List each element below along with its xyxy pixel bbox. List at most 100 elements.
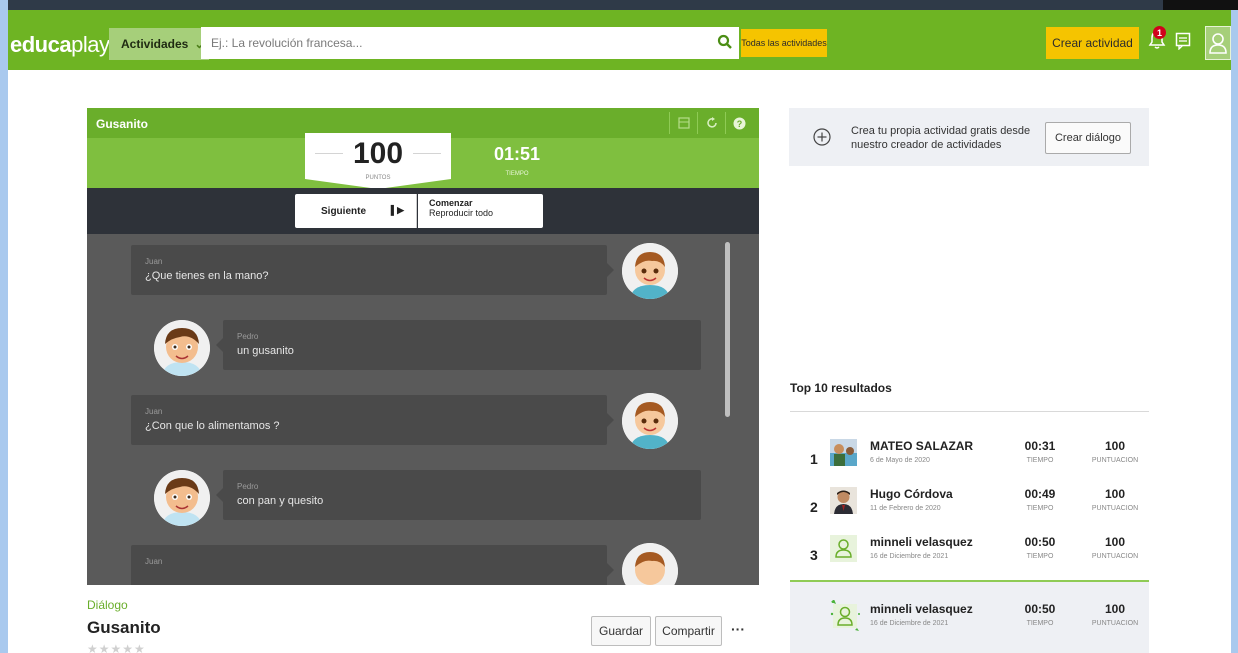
points-label: PUNTOS xyxy=(365,175,391,181)
message-text: con pan y quesito xyxy=(237,495,324,507)
restart-icon[interactable] xyxy=(697,112,725,134)
rank-number: 3 xyxy=(810,547,818,563)
juan-avatar xyxy=(622,543,678,585)
player-name[interactable]: minneli velasquez xyxy=(870,535,973,549)
message-speaker: Juan xyxy=(145,557,163,566)
leaderboard-row: 1 MATEO SALAZAR 6 de Mayo de 2020 00:31 … xyxy=(790,437,1149,479)
rank-number: 2 xyxy=(810,499,818,515)
result-score: 100 xyxy=(1104,602,1126,616)
message-bubble: Pedro un gusanito xyxy=(216,320,701,370)
start-button[interactable]: Comenzar Reproducir todo xyxy=(418,194,543,228)
result-time: 00:31 xyxy=(1024,439,1056,453)
timer-value: 01:51 xyxy=(493,144,541,164)
result-time: 00:49 xyxy=(1024,487,1056,501)
default-user-icon xyxy=(830,599,860,631)
avatar xyxy=(830,439,857,466)
score-label: PUNTUACION xyxy=(1091,553,1139,560)
result-score: 100 xyxy=(1104,439,1126,453)
create-dialog-button[interactable]: Crear diálogo xyxy=(1045,122,1131,154)
notification-badge: 1 xyxy=(1153,26,1166,39)
user-icon xyxy=(1209,33,1227,54)
time-label: TIEMPO xyxy=(1026,505,1054,512)
default-user-icon xyxy=(830,535,857,562)
save-button[interactable]: Guardar xyxy=(591,616,651,646)
leaderboard-row: 3 minneli velasquez 16 de Diciembre de 2… xyxy=(790,533,1149,575)
step-forward-icon: ▌▶ xyxy=(390,205,404,215)
replay-all-label: Reproducir todo xyxy=(429,208,494,218)
user-avatar[interactable] xyxy=(1205,26,1231,60)
start-label: Comenzar xyxy=(429,198,473,208)
next-button[interactable]: Siguiente ▌▶ xyxy=(295,194,417,228)
messages-icon[interactable] xyxy=(1175,32,1191,55)
main-content: Gusanito ? 100 PUNTOS 01:51 TIEMPO Sigui… xyxy=(8,70,1231,653)
window-top-strip-dark xyxy=(8,0,1163,10)
avatar xyxy=(830,487,857,514)
activities-label: Actividades xyxy=(121,37,189,51)
controls-bar: Siguiente ▌▶ Comenzar Reproducir todo xyxy=(87,188,759,234)
search-bar xyxy=(201,27,739,59)
my-result-row: minneli velasquez 16 de Diciembre de 202… xyxy=(790,599,1149,642)
game-title: Gusanito xyxy=(96,117,149,131)
score-label: PUNTUACION xyxy=(1091,457,1139,464)
pedro-avatar xyxy=(154,320,210,376)
share-button[interactable]: Compartir xyxy=(655,616,722,646)
message-bubble: Juan xyxy=(131,545,614,585)
top-navbar: educaplay Actividades ⌄ Todas las activi… xyxy=(8,10,1231,70)
player-name[interactable]: MATEO SALAZAR xyxy=(870,439,973,453)
message-text: ¿Con que lo alimentamos ? xyxy=(145,420,280,432)
activity-title: Gusanito xyxy=(87,618,161,637)
game-panel: Gusanito ? 100 PUNTOS 01:51 TIEMPO Sigui… xyxy=(87,108,759,585)
dialog-scrollbar[interactable] xyxy=(725,242,730,417)
time-label: TIEMPO xyxy=(1026,620,1054,627)
player-name[interactable]: minneli velasquez xyxy=(870,602,973,616)
more-options-icon[interactable]: ··· xyxy=(731,621,745,637)
message-bubble: Juan ¿Con que lo alimentamos ? xyxy=(131,395,614,445)
educaplay-logo[interactable]: educaplay xyxy=(10,32,110,58)
points-value: 100 xyxy=(352,137,404,170)
message-text: ¿Que tienes en la mano? xyxy=(145,270,269,282)
next-label: Siguiente xyxy=(321,205,367,217)
result-date: 16 de Diciembre de 2021 xyxy=(870,620,949,627)
window-top-strip xyxy=(0,0,1238,10)
fullscreen-icon[interactable] xyxy=(669,112,697,134)
result-date: 6 de Mayo de 2020 xyxy=(870,457,930,464)
pedro-avatar xyxy=(154,470,210,526)
create-activity-button[interactable]: Crear actividad xyxy=(1046,27,1139,59)
points-card: 100 PUNTOS xyxy=(305,133,451,189)
search-input[interactable] xyxy=(211,36,691,50)
message-speaker: Pedro xyxy=(237,482,259,491)
help-icon[interactable]: ? xyxy=(725,112,753,134)
leaderboard-row: 2 Hugo Córdova 11 de Febrero de 2020 00:… xyxy=(790,485,1149,527)
juan-avatar xyxy=(622,243,678,299)
dialog-area[interactable]: Juan ¿Que tienes en la mano? Pedro un gu… xyxy=(87,234,759,585)
score-label: PUNTUACION xyxy=(1091,505,1139,512)
result-score: 100 xyxy=(1104,535,1126,549)
message-text: un gusanito xyxy=(237,345,294,357)
activities-dropdown[interactable]: Actividades ⌄ xyxy=(109,28,209,60)
time-label: TIEMPO xyxy=(1026,457,1054,464)
timer-label: TIEMPO xyxy=(505,171,529,177)
game-header: Gusanito ? 100 PUNTOS 01:51 TIEMPO xyxy=(87,108,759,189)
message-speaker: Juan xyxy=(145,257,163,266)
leaderboard-title: Top 10 resultados xyxy=(790,381,892,395)
create-promo-card: Crea tu propia actividad gratis desde nu… xyxy=(789,108,1149,166)
message-bubble: Juan ¿Que tienes en la mano? xyxy=(131,245,614,295)
game-toolbar: ? xyxy=(669,112,753,134)
plus-circle-icon xyxy=(813,128,831,151)
window-top-strip-black xyxy=(1163,0,1238,10)
promo-text: Crea tu propia actividad gratis desde nu… xyxy=(851,125,1031,151)
svg-text:?: ? xyxy=(737,119,743,129)
message-speaker: Pedro xyxy=(237,332,259,341)
result-score: 100 xyxy=(1104,487,1126,501)
rating-stars[interactable]: ★★★★★ xyxy=(87,642,146,653)
time-label: TIEMPO xyxy=(1026,553,1054,560)
result-date: 16 de Diciembre de 2021 xyxy=(870,553,949,560)
player-name[interactable]: Hugo Córdova xyxy=(870,487,953,501)
message-speaker: Juan xyxy=(145,407,163,416)
divider xyxy=(790,411,1149,412)
all-activities-button[interactable]: Todas las actividades xyxy=(741,29,827,57)
rank-number: 1 xyxy=(810,451,818,467)
juan-avatar xyxy=(622,393,678,449)
score-label: PUNTUACION xyxy=(1091,620,1139,627)
search-icon[interactable] xyxy=(717,34,733,55)
